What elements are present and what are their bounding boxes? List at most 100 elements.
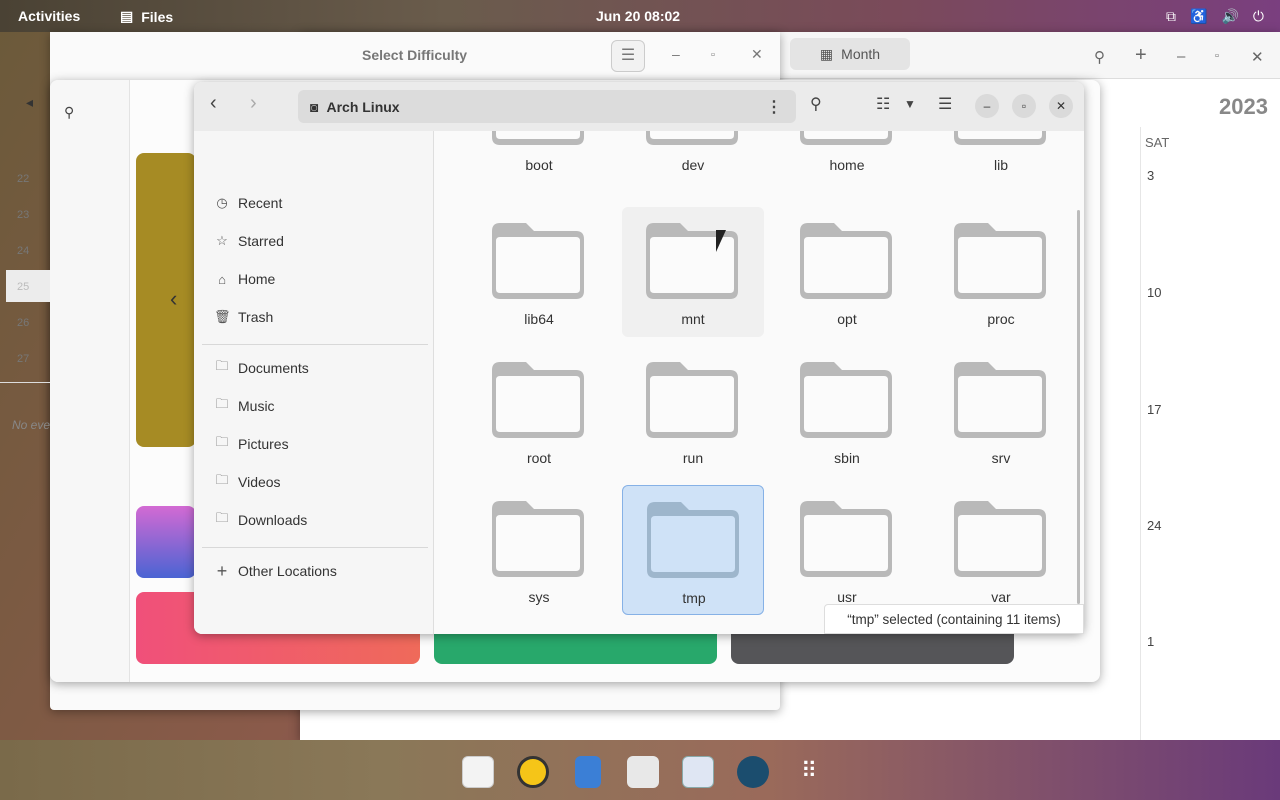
folder-run[interactable]: run xyxy=(622,346,764,476)
folder-dev[interactable]: dev xyxy=(622,131,764,183)
back-button[interactable]: ‹ xyxy=(210,92,217,115)
maximize-icon[interactable]: ▫ xyxy=(711,49,715,61)
folder-lib[interactable]: lib xyxy=(930,131,1072,183)
tile-puzzle-icon[interactable] xyxy=(682,756,714,788)
scrollbar[interactable] xyxy=(1077,210,1080,604)
sidebar-item-other-locations[interactable]: + Other Locations xyxy=(214,561,337,581)
day-number[interactable]: 17 xyxy=(1147,402,1161,417)
path-bar[interactable]: ◙ Arch Linux ⋮ xyxy=(298,90,796,123)
calendar-icon[interactable] xyxy=(462,756,494,788)
folder-tmp[interactable]: tmp xyxy=(622,485,764,615)
list-view-icon[interactable]: ☷ xyxy=(876,94,890,114)
folder-icon xyxy=(646,362,738,438)
minimize-icon[interactable]: – xyxy=(975,94,999,118)
folder-icon: 🗀 xyxy=(215,434,229,449)
maximize-icon[interactable]: ▫ xyxy=(1215,50,1219,62)
system-tray[interactable]: ⧉ ♿ 🔊 ⏻ xyxy=(1166,8,1264,25)
sidebar-item-videos[interactable]: 🗀 Videos xyxy=(214,472,280,492)
activities-button[interactable]: Activities xyxy=(18,8,80,24)
app-menu[interactable]: ▤ Files xyxy=(120,8,173,25)
plus-icon: + xyxy=(216,560,228,581)
folder-label: mnt xyxy=(681,311,705,327)
sidebar-item-documents[interactable]: 🗀 Documents xyxy=(214,358,308,378)
day-number[interactable]: 24 xyxy=(1147,518,1161,533)
back-arrow-icon[interactable]: ◂ xyxy=(26,94,33,111)
files-icon[interactable] xyxy=(575,756,601,788)
software-icon[interactable] xyxy=(627,756,659,788)
app-menu-label: Files xyxy=(141,8,174,25)
sidebar-item-downloads[interactable]: 🗀 Downloads xyxy=(214,510,307,530)
folder-icon xyxy=(492,131,584,145)
folder-proc[interactable]: proc xyxy=(930,207,1072,337)
game-tile[interactable] xyxy=(136,506,196,578)
day-number[interactable]: 10 xyxy=(1147,285,1161,300)
clock-icon: ◷ xyxy=(216,195,228,210)
folder-label: lib64 xyxy=(524,311,554,327)
folder-icon xyxy=(492,223,584,299)
sidebar-item-pictures[interactable]: 🗀 Pictures xyxy=(214,434,288,454)
star-icon: ☆ xyxy=(216,233,228,248)
rhythmbox-icon[interactable] xyxy=(517,756,549,788)
sidebar-label: Music xyxy=(238,398,275,414)
search-icon[interactable]: ⚲ xyxy=(1094,48,1105,66)
saturday-header: SAT xyxy=(1145,135,1170,150)
sidebar-item-home[interactable]: ⌂ Home xyxy=(214,269,275,289)
files-app-icon: ▤ xyxy=(120,8,134,24)
dock: ⠿ xyxy=(0,740,1280,800)
month-view-button[interactable]: ▦ Month xyxy=(790,38,910,70)
mouse-cursor xyxy=(716,230,726,252)
folder-label: tmp xyxy=(682,590,706,606)
volume-icon: 🔊 xyxy=(1221,8,1239,24)
folder-label: srv xyxy=(991,450,1011,466)
sidebar-label: Downloads xyxy=(238,512,308,528)
folder-opt[interactable]: opt xyxy=(776,207,918,337)
divider xyxy=(0,382,50,383)
year-label: 2023 xyxy=(1219,94,1268,119)
sidebar-label: Recent xyxy=(238,195,283,211)
folder-icon xyxy=(492,362,584,438)
clock[interactable]: Jun 20 08:02 xyxy=(596,8,680,24)
add-event-button[interactable]: + xyxy=(1135,44,1147,67)
search-icon[interactable]: ⚲ xyxy=(810,94,822,114)
folder-home[interactable]: home xyxy=(776,131,918,183)
sidebar-label: Home xyxy=(238,271,276,287)
folder-label: var xyxy=(991,589,1011,605)
screenshot-icon[interactable] xyxy=(737,756,769,788)
folder-var[interactable]: var xyxy=(930,485,1072,615)
path-menu-icon[interactable]: ⋮ xyxy=(766,97,782,117)
folder-srv[interactable]: srv xyxy=(930,346,1072,476)
folder-label: sbin xyxy=(834,450,860,466)
sidebar-label: Other Locations xyxy=(238,563,337,579)
day-number[interactable]: 1 xyxy=(1147,634,1154,649)
day-number[interactable]: 3 xyxy=(1147,168,1154,183)
folder-usr[interactable]: usr xyxy=(776,485,918,615)
forward-button[interactable]: › xyxy=(250,92,257,115)
column-divider xyxy=(1140,127,1141,740)
folder-icon: 🗀 xyxy=(215,358,229,373)
sidebar-item-recent[interactable]: ◷ Recent xyxy=(214,193,282,213)
path-label: Arch Linux xyxy=(326,98,400,115)
hamburger-menu-icon[interactable]: ☰ xyxy=(611,40,645,72)
folder-boot[interactable]: boot xyxy=(468,131,610,183)
sidebar-item-music[interactable]: 🗀 Music xyxy=(214,396,275,416)
folder-sys[interactable]: sys xyxy=(468,485,610,615)
close-icon[interactable]: ✕ xyxy=(1251,48,1264,66)
close-icon[interactable]: ✕ xyxy=(751,46,763,63)
view-options-dropdown-icon[interactable]: ▼ xyxy=(904,97,916,111)
minimize-icon[interactable]: – xyxy=(1177,48,1185,65)
search-icon[interactable]: ⚲ xyxy=(64,104,74,121)
folder-mnt[interactable]: mnt xyxy=(622,207,764,337)
game-tile[interactable] xyxy=(136,153,196,447)
chevron-left-icon[interactable]: ‹ xyxy=(170,286,177,312)
sidebar-item-trash[interactable]: 🗑 Trash xyxy=(214,307,273,327)
folder-lib64[interactable]: lib64 xyxy=(468,207,610,337)
maximize-icon[interactable]: ▫ xyxy=(1012,94,1036,118)
sidebar-item-starred[interactable]: ☆ Starred xyxy=(214,231,284,251)
close-icon[interactable]: ✕ xyxy=(1049,94,1073,118)
app-grid-icon[interactable]: ⠿ xyxy=(793,756,825,788)
mini-calendar-panel xyxy=(50,80,130,682)
folder-root[interactable]: root xyxy=(468,346,610,476)
folder-sbin[interactable]: sbin xyxy=(776,346,918,476)
minimize-icon[interactable]: – xyxy=(672,46,680,62)
main-menu-icon[interactable]: ☰ xyxy=(938,94,952,114)
